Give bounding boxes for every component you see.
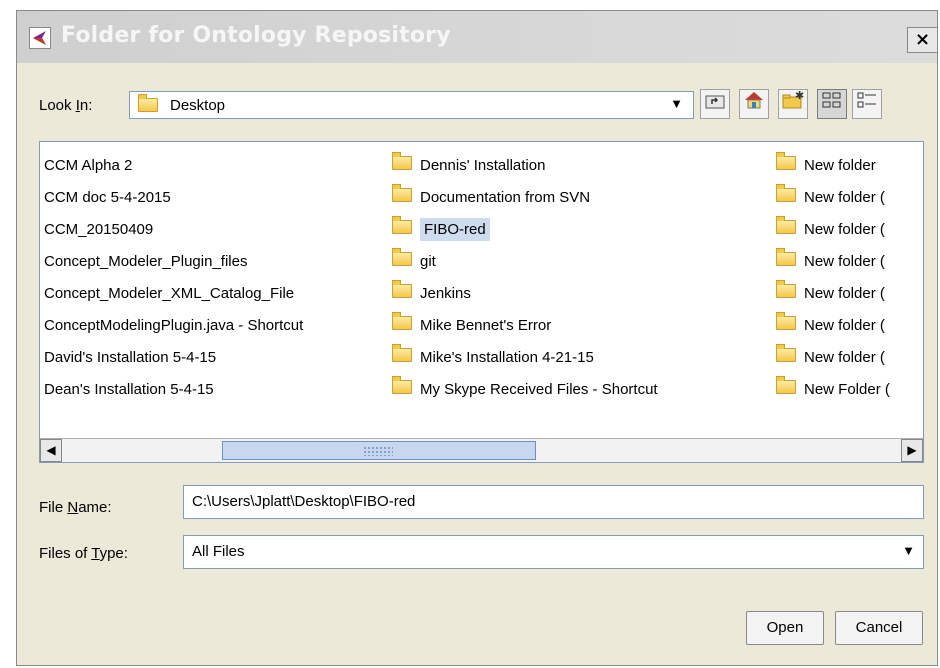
list-item[interactable]: CCM doc 5-4-2015 [44, 182, 303, 214]
list-view-icon [822, 92, 841, 108]
folder-icon [392, 278, 412, 310]
list-item[interactable]: Documentation from SVN [392, 182, 658, 214]
svg-text:✱: ✱ [795, 90, 804, 102]
file-name-label: File Name: [39, 499, 112, 516]
files-of-type-value: All Files [192, 543, 245, 560]
list-item[interactable]: Mike Bennet's Error [392, 310, 658, 342]
list-item[interactable]: New folder ( [776, 310, 890, 342]
folder-icon [776, 150, 796, 182]
app-icon [29, 27, 51, 49]
details-view-button[interactable] [852, 89, 882, 119]
list-item[interactable]: git [392, 246, 658, 278]
look-in-label: Look In: [39, 97, 93, 114]
list-item[interactable]: New folder ( [776, 182, 890, 214]
folder-icon [392, 150, 412, 182]
grip-icon [363, 446, 393, 456]
horizontal-scrollbar[interactable]: ◀ ▶ [40, 438, 923, 462]
folder-icon [776, 374, 796, 406]
file-name-field[interactable]: C:\Users\Jplatt\Desktop\FIBO-red [183, 485, 924, 519]
list-item[interactable]: David's Installation 5-4-15 [44, 342, 303, 374]
folder-icon [776, 278, 796, 310]
list-item[interactable]: New Folder ( [776, 374, 890, 406]
scrollbar-thumb[interactable] [222, 441, 536, 460]
list-item-selected[interactable]: FIBO-red [392, 214, 658, 246]
file-list-column-2: Dennis' Installation Documentation from … [392, 150, 658, 406]
close-button[interactable]: × [907, 27, 937, 53]
folder-icon [776, 214, 796, 246]
list-item[interactable]: New folder ( [776, 246, 890, 278]
folder-icon [776, 246, 796, 278]
list-item[interactable]: Dean's Installation 5-4-15 [44, 374, 303, 406]
list-item[interactable]: My Skype Received Files - Shortcut [392, 374, 658, 406]
files-of-type-label: Files of Type: [39, 545, 128, 562]
title-bar[interactable]: Folder for Ontology Repository × [17, 11, 937, 63]
new-folder-icon: ✱ [782, 89, 804, 109]
folder-icon [392, 342, 412, 374]
open-button[interactable]: Open [746, 611, 824, 645]
file-list-column-3: New folder New folder ( New folder ( New… [776, 150, 890, 406]
list-item[interactable]: New folder ( [776, 278, 890, 310]
file-name-value: C:\Users\Jplatt\Desktop\FIBO-red [192, 493, 416, 510]
up-folder-button[interactable] [700, 89, 730, 119]
list-item[interactable]: ConceptModelingPlugin.java - Shortcut [44, 310, 303, 342]
new-folder-button[interactable]: ✱ [778, 89, 808, 119]
folder-icon [392, 310, 412, 342]
look-in-combo[interactable]: Desktop ▼ [129, 91, 694, 119]
list-item[interactable]: Jenkins [392, 278, 658, 310]
list-item[interactable]: Mike's Installation 4-21-15 [392, 342, 658, 374]
scroll-right-button[interactable]: ▶ [901, 439, 923, 462]
list-item[interactable]: New folder ( [776, 342, 890, 374]
dropdown-arrow-icon[interactable]: ▼ [902, 543, 915, 558]
folder-icon [138, 94, 158, 116]
dialog-title: Folder for Ontology Repository [61, 23, 451, 48]
dropdown-arrow-icon[interactable]: ▼ [670, 96, 683, 111]
folder-icon [392, 182, 412, 214]
file-chooser-dialog: Folder for Ontology Repository × Look In… [16, 10, 938, 666]
list-view-button[interactable] [817, 89, 847, 119]
folder-icon [392, 374, 412, 406]
list-item[interactable]: New folder [776, 150, 890, 182]
file-list-column-1: CCM Alpha 2 CCM doc 5-4-2015 CCM_2015040… [44, 150, 303, 406]
files-of-type-select[interactable]: All Files ▼ [183, 535, 924, 569]
folder-icon [776, 182, 796, 214]
home-button[interactable] [739, 89, 769, 119]
home-icon [745, 92, 763, 109]
folder-icon [776, 342, 796, 374]
list-item[interactable]: CCM_20150409 [44, 214, 303, 246]
cancel-button[interactable]: Cancel [835, 611, 923, 645]
details-view-icon [857, 92, 876, 108]
folder-icon [392, 214, 412, 246]
list-item[interactable]: Concept_Modeler_XML_Catalog_File [44, 278, 303, 310]
scroll-left-button[interactable]: ◀ [40, 439, 62, 462]
folder-icon [392, 246, 412, 278]
folder-up-icon [705, 95, 725, 109]
file-list[interactable]: CCM Alpha 2 CCM doc 5-4-2015 CCM_2015040… [39, 141, 924, 463]
list-item[interactable]: Dennis' Installation [392, 150, 658, 182]
folder-icon [776, 310, 796, 342]
list-item[interactable]: CCM Alpha 2 [44, 150, 303, 182]
list-item[interactable]: Concept_Modeler_Plugin_files [44, 246, 303, 278]
list-item[interactable]: New folder ( [776, 214, 890, 246]
look-in-value: Desktop [170, 97, 226, 114]
